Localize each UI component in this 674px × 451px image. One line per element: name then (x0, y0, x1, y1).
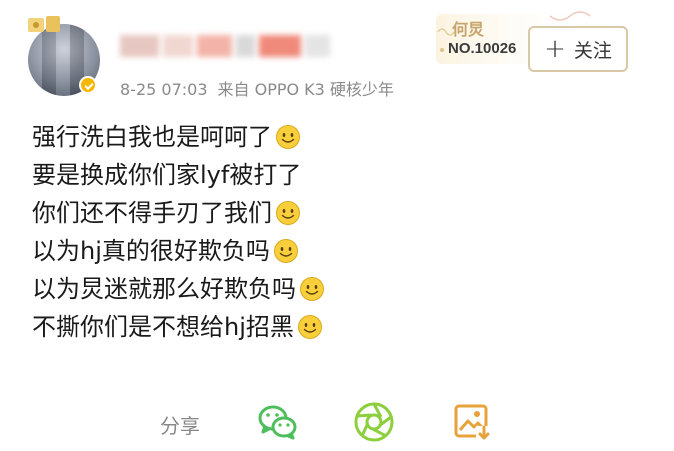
post-text-line: 不撕你们是不想给hj招黑 (32, 308, 632, 346)
fan-card-number: NO.10026 (448, 40, 517, 57)
smile-emoji-icon (297, 315, 322, 339)
moments-icon[interactable] (352, 400, 396, 444)
post-source[interactable]: 来自 OPPO K3 硬核少年 (218, 80, 394, 99)
post-text-line: 要是换成你们家lyf被打了 (32, 156, 632, 194)
fan-card-name: 何炅 (452, 20, 485, 39)
post-meta: 8-25 07:03 来自 OPPO K3 硬核少年 (120, 76, 394, 100)
username-blurred[interactable] (120, 30, 330, 62)
follow-label: 关注 (573, 39, 612, 62)
blur-block (120, 35, 160, 57)
share-label: 分享 (160, 414, 200, 438)
post-text-line: 以为炅迷就那么好欺负吗 (32, 270, 632, 308)
post-content: 强行洗白我也是呵呵了要是换成你们家lyf被打了 你们还不得手刃了我们 以为hj真的很… (32, 118, 632, 346)
post-text: 你们还不得手刃了我们 (32, 199, 272, 227)
smile-emoji-icon (276, 201, 300, 225)
smile-emoji-icon (300, 277, 324, 301)
blur-block (304, 35, 330, 57)
avatar-decoration-icon (28, 16, 60, 32)
blur-block (163, 35, 193, 57)
post-time: 8-25 07:03 (120, 80, 208, 99)
post-text: 不撕你们是不想给hj招黑 (32, 313, 294, 341)
blur-block (235, 35, 256, 57)
save-image-icon[interactable] (450, 400, 494, 444)
post-text: 要是换成你们家lyf被打了 (32, 161, 302, 189)
post-text: 强行洗白我也是呵呵了 (32, 123, 272, 151)
post-text-line: 你们还不得手刃了我们 (32, 194, 632, 232)
wechat-icon[interactable] (256, 400, 300, 444)
verified-badge-icon (79, 76, 97, 94)
smile-emoji-icon (276, 125, 300, 149)
share-action-bar: 分享 (160, 398, 500, 448)
follow-button[interactable]: + 关注 (528, 26, 628, 72)
post-text: 以为炅迷就那么好欺负吗 (32, 275, 296, 303)
blur-block (196, 35, 232, 57)
weibo-post-card: 8-25 07:03 来自 OPPO K3 硬核少年 何炅 NO.10026 + … (0, 0, 674, 451)
plus-icon: + (544, 34, 566, 64)
blur-block (259, 35, 301, 57)
post-text-line: 强行洗白我也是呵呵了 (32, 118, 632, 156)
smile-emoji-icon (273, 239, 298, 263)
post-text: 以为hj真的很好欺负吗 (32, 237, 270, 265)
post-text-line: 以为hj真的很好欺负吗 (32, 232, 632, 270)
